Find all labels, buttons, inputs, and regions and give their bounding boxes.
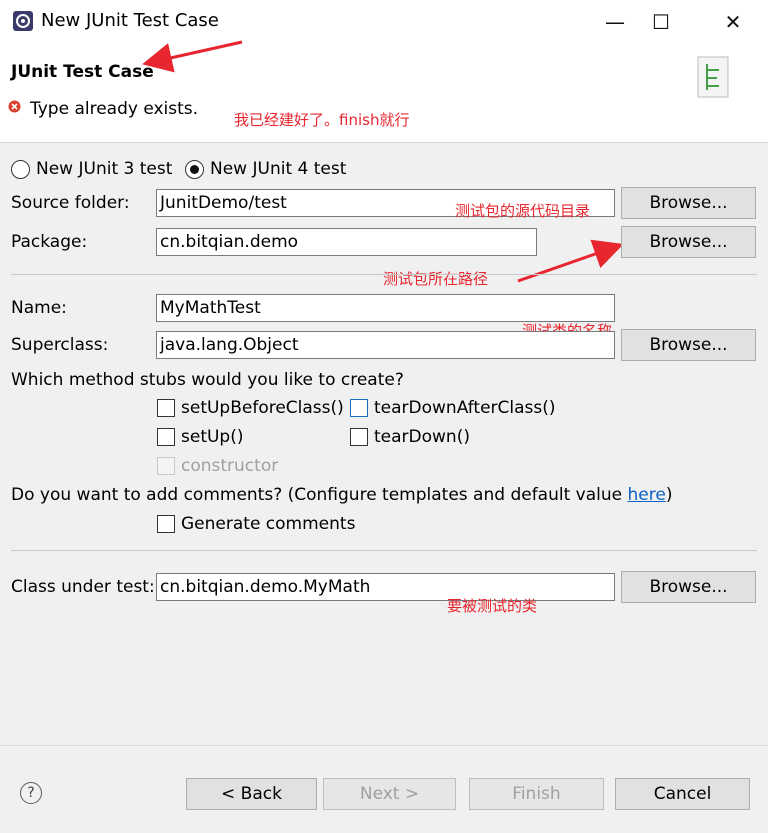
teardown-after-class-checkbox[interactable]: [350, 399, 368, 417]
generate-comments-label: Generate comments: [181, 514, 356, 534]
finish-button: Finish: [469, 778, 604, 810]
junit3-radio[interactable]: [11, 160, 30, 179]
package-label: Package:: [11, 232, 88, 252]
annotation-finish-note: 我已经建好了。finish就行: [234, 111, 410, 129]
junit4-radio-label: New JUnit 4 test: [210, 159, 347, 179]
class-under-test-browse-button[interactable]: Browse...: [621, 571, 756, 603]
configure-templates-link[interactable]: here: [628, 485, 666, 505]
back-button[interactable]: < Back: [186, 778, 317, 810]
annotation-source-note: 测试包的源代码目录: [455, 202, 591, 220]
source-folder-browse-button[interactable]: Browse...: [621, 187, 756, 219]
separator: [11, 550, 757, 551]
superclass-browse-button[interactable]: Browse...: [621, 329, 756, 361]
superclass-label: Superclass:: [11, 335, 109, 355]
constructor-checkbox: [157, 457, 175, 475]
source-folder-label: Source folder:: [11, 193, 130, 213]
footer-separator: [0, 745, 768, 746]
teardown-checkbox[interactable]: [350, 428, 368, 446]
annotation-class-note: 要被测试的类: [447, 597, 538, 615]
setup-label: setUp(): [181, 427, 244, 447]
comments-question-close: ): [665, 485, 673, 505]
junit3-radio-label: New JUnit 3 test: [36, 159, 173, 179]
help-icon[interactable]: ?: [20, 782, 42, 804]
constructor-label: constructor: [181, 456, 279, 476]
name-label: Name:: [11, 298, 67, 318]
generate-comments-checkbox[interactable]: [157, 515, 175, 533]
superclass-field[interactable]: java.lang.Object: [156, 331, 615, 359]
class-under-test-field[interactable]: cn.bitqian.demo.MyMath: [156, 573, 615, 601]
next-button: Next >: [323, 778, 456, 810]
name-field[interactable]: MyMathTest: [156, 294, 615, 322]
teardown-after-class-label: tearDownAfterClass(): [374, 398, 556, 418]
setup-before-class-label: setUpBeforeClass(): [181, 398, 344, 418]
annotation-package-note: 测试包所在路径: [383, 270, 489, 288]
teardown-label: tearDown(): [374, 427, 470, 447]
comments-question-text: Do you want to add comments? (Configure …: [11, 485, 628, 505]
comments-question: Do you want to add comments? (Configure …: [11, 485, 672, 505]
junit4-radio[interactable]: [185, 160, 204, 179]
setup-checkbox[interactable]: [157, 428, 175, 446]
package-browse-button[interactable]: Browse...: [621, 226, 756, 258]
separator: [11, 274, 757, 275]
package-field[interactable]: cn.bitqian.demo: [156, 228, 537, 256]
class-under-test-label: Class under test:: [11, 577, 155, 597]
cancel-button[interactable]: Cancel: [615, 778, 750, 810]
stubs-question: Which method stubs would you like to cre…: [11, 370, 404, 390]
setup-before-class-checkbox[interactable]: [157, 399, 175, 417]
